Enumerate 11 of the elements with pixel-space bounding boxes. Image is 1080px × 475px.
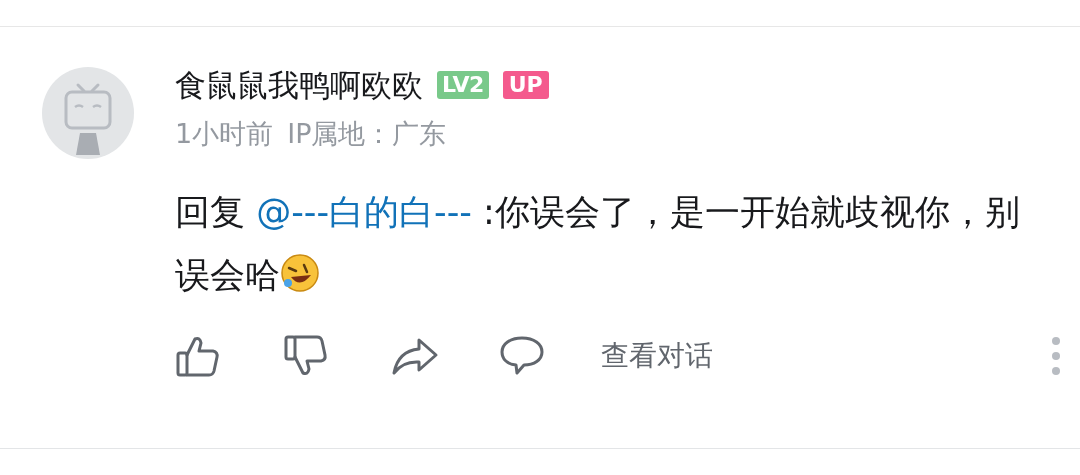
mention-link[interactable]: @---白的白--- [256, 192, 472, 232]
up-badge: UP [502, 71, 549, 99]
level-badge: LV2 [437, 71, 489, 99]
comment-bubble-icon[interactable] [499, 335, 545, 377]
view-conversation-link[interactable]: 查看对话 [601, 335, 713, 377]
comment-time: 1小时前 [175, 117, 274, 151]
reply-text: 回复 @---白的白--- :你误会了，是一开始就歧视你，别误会哈 [175, 191, 1021, 297]
username[interactable]: 食鼠鼠我鸭啊欧欧 [175, 65, 423, 105]
ip-location: IP属地：广东 [287, 117, 447, 151]
share-arrow-icon[interactable] [391, 336, 439, 376]
laughing-emoji-icon [280, 253, 320, 293]
